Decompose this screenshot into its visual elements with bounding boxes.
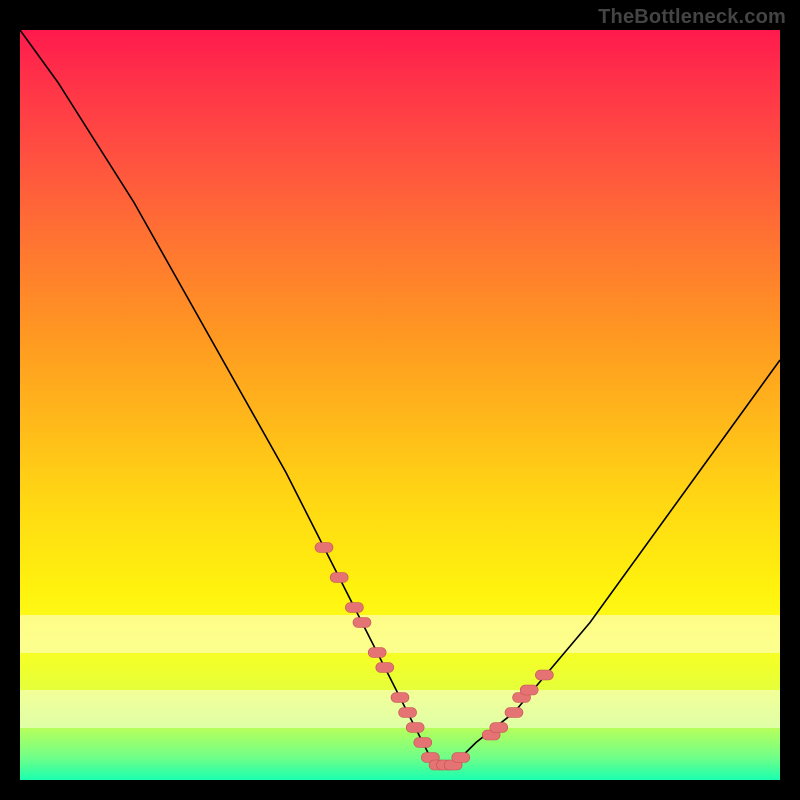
curve-marker <box>505 708 523 718</box>
curve-marker <box>368 648 386 658</box>
curve-marker <box>330 573 348 583</box>
plot-area <box>20 30 780 780</box>
curve-svg <box>20 30 780 780</box>
curve-marker <box>353 618 371 628</box>
curve-marker <box>391 693 409 703</box>
curve-marker <box>414 738 432 748</box>
curve-marker <box>535 670 553 680</box>
curve-marker <box>490 723 508 733</box>
curve-marker <box>345 603 363 613</box>
curve-marker <box>452 753 470 763</box>
curve-marker <box>376 663 394 673</box>
bottleneck-curve-path <box>20 30 780 765</box>
curve-marker <box>406 723 424 733</box>
marker-layer <box>315 543 553 771</box>
chart-stage: TheBottleneck.com <box>0 0 800 800</box>
curve-marker <box>315 543 333 553</box>
curve-marker <box>399 708 417 718</box>
curve-marker <box>520 685 538 695</box>
watermark-text: TheBottleneck.com <box>598 6 786 29</box>
